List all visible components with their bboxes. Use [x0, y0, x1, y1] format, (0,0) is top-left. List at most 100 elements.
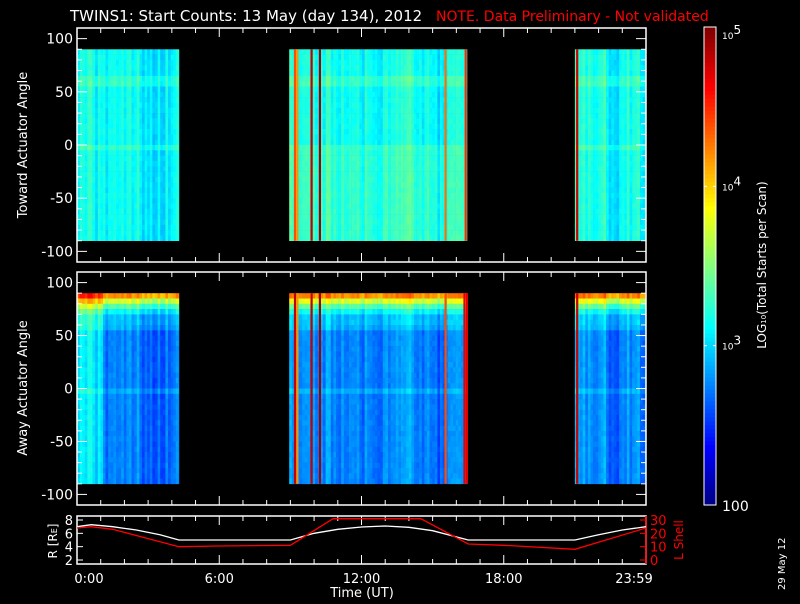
heatmap-cell	[108, 97, 111, 103]
heatmap-cell	[98, 71, 101, 77]
heatmap-cell	[173, 49, 176, 55]
heatmap-cell	[339, 65, 342, 71]
heatmap-cell	[430, 214, 433, 220]
heatmap-cell	[139, 198, 142, 204]
heatmap-cell	[401, 92, 404, 98]
heatmap-cell	[108, 108, 111, 114]
heatmap-cell	[614, 220, 617, 226]
heatmap-cell	[349, 166, 352, 172]
heatmap-cell	[624, 214, 627, 220]
heatmap-cell	[385, 103, 388, 109]
heatmap-cell	[440, 65, 443, 71]
heatmap-cell	[116, 193, 119, 199]
heatmap-cell	[95, 113, 98, 119]
heatmap-cell	[106, 156, 109, 162]
heatmap-cell	[87, 225, 90, 231]
heatmap-cell	[124, 198, 127, 204]
heatmap-cell	[108, 81, 111, 87]
heatmap-cell	[116, 177, 119, 183]
heatmap-cell	[145, 177, 148, 183]
heatmap-cell	[341, 188, 344, 194]
heatmap-cell	[427, 140, 430, 146]
heatmap-cell	[622, 188, 625, 194]
heatmap-cell	[448, 204, 451, 210]
heatmap-cell	[178, 214, 179, 220]
heatmap-cell	[103, 166, 106, 172]
heatmap-cell	[134, 204, 137, 210]
heatmap-cell	[359, 230, 362, 236]
heatmap-cell	[134, 97, 137, 103]
heatmap-cell	[305, 49, 308, 55]
heatmap-cell	[637, 49, 640, 55]
heatmap-cell	[372, 235, 375, 241]
heatmap-cell	[349, 198, 352, 204]
heatmap-cell	[178, 97, 179, 103]
heatmap-cell	[391, 161, 394, 167]
heatmap-cell	[302, 188, 305, 194]
heatmap-cell	[367, 49, 370, 55]
heatmap-cell	[627, 214, 630, 220]
heatmap-cell	[95, 55, 98, 61]
heatmap-cell	[305, 118, 308, 124]
heatmap-cell	[82, 225, 85, 231]
heatmap-cell	[137, 235, 140, 241]
heatmap-cell	[302, 235, 305, 241]
heatmap-cell	[606, 225, 609, 231]
heatmap-cell	[609, 225, 612, 231]
heatmap-cell	[100, 235, 103, 241]
heatmap-cell	[404, 97, 407, 103]
heatmap-cell	[596, 150, 599, 156]
heatmap-cell	[419, 214, 422, 220]
heatmap-cell	[385, 108, 388, 114]
heatmap-cell	[378, 97, 381, 103]
heatmap-cell	[333, 97, 336, 103]
heatmap-spike-column	[465, 49, 467, 241]
heatmap-cell	[635, 60, 638, 66]
heatmap-cell	[132, 129, 135, 135]
heatmap-cell	[422, 87, 425, 93]
heatmap-cell	[596, 140, 599, 146]
heatmap-cell	[614, 214, 617, 220]
heatmap-cell	[593, 156, 596, 162]
heatmap-cell	[176, 55, 179, 61]
heatmap-cell	[95, 97, 98, 103]
heatmap-cell	[437, 129, 440, 135]
heatmap-cell	[424, 172, 427, 178]
heatmap-cell	[632, 65, 635, 71]
heatmap-cell	[289, 113, 292, 119]
heatmap-cell	[627, 92, 630, 98]
heatmap-cell	[352, 182, 355, 188]
heatmap-cell	[344, 55, 347, 61]
heatmap-cell	[640, 156, 643, 162]
heatmap-cell	[450, 150, 453, 156]
heatmap-cell	[352, 198, 355, 204]
heatmap-cell	[302, 220, 305, 226]
heatmap-cell	[289, 49, 292, 55]
heatmap-cell	[328, 55, 331, 61]
heatmap-cell	[289, 193, 292, 199]
heatmap-cell	[302, 230, 305, 236]
heatmap-cell	[352, 166, 355, 172]
heatmap-cell	[596, 209, 599, 215]
heatmap-cell	[440, 161, 443, 167]
heatmap-cell	[637, 97, 640, 103]
heatmap-cell	[643, 97, 646, 103]
heatmap-cell	[113, 103, 116, 109]
heatmap-cell	[383, 193, 386, 199]
heatmap-cell	[150, 182, 153, 188]
heatmap-cell	[458, 204, 461, 210]
heatmap-cell	[359, 204, 362, 210]
heatmap-cell	[134, 235, 137, 241]
heatmap-cell	[315, 204, 318, 210]
heatmap-cell	[132, 161, 135, 167]
heatmap-cell	[385, 150, 388, 156]
heatmap-cell	[113, 87, 116, 93]
heatmap-cell	[155, 108, 158, 114]
heatmap-cell	[323, 108, 326, 114]
heatmap-cell	[289, 166, 292, 172]
heatmap-cell	[580, 97, 583, 103]
heatmap-cell	[580, 71, 583, 77]
heatmap-cell	[627, 81, 630, 87]
heatmap-cell	[393, 81, 396, 87]
heatmap-cell	[333, 145, 336, 151]
